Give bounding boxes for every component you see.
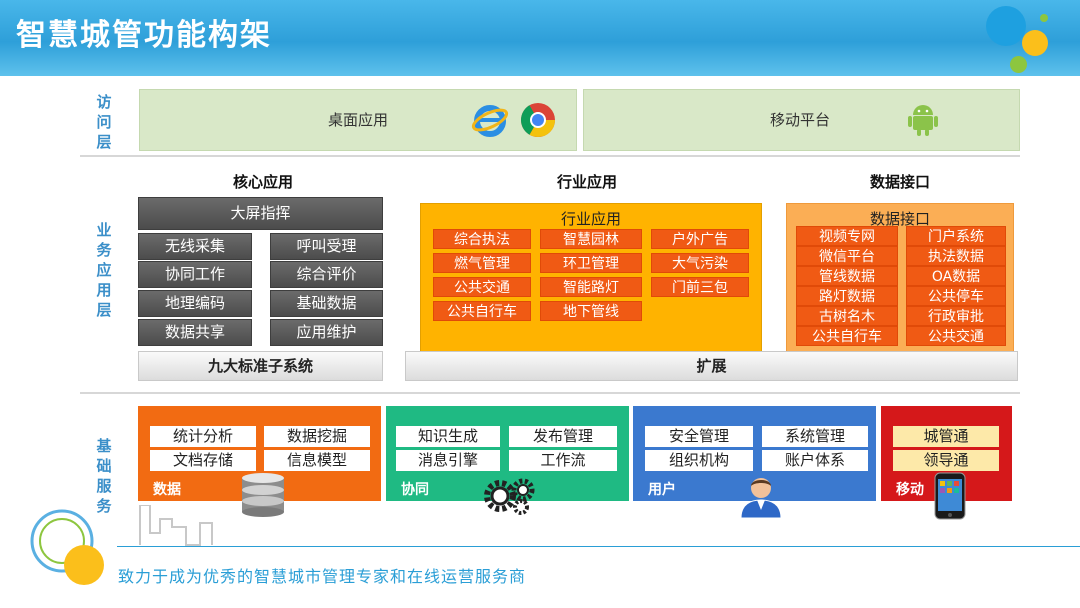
core-item-geo-coding[interactable]: 地理编码: [138, 290, 252, 317]
core-item-data-share[interactable]: 数据共享: [138, 319, 252, 346]
smartphone-icon: [934, 472, 966, 520]
page-title: 智慧城管功能构架: [16, 18, 272, 53]
layer-label-business: 业务应用层: [96, 221, 112, 319]
di-item-admin-approval[interactable]: 行政审批: [906, 306, 1006, 326]
layer-label-foundation: 基础服务: [96, 437, 112, 515]
industry-item-doorstep[interactable]: 门前三包: [651, 277, 749, 297]
data-item-doc-storage[interactable]: 文档存储: [150, 450, 256, 471]
core-item-base-data[interactable]: 基础数据: [270, 290, 383, 317]
di-item-wechat[interactable]: 微信平台: [796, 246, 898, 266]
decor-circle-blue: [986, 6, 1026, 46]
foundation-user-label: 用户: [648, 482, 676, 498]
di-item-public-bike[interactable]: 公共自行车: [796, 326, 898, 346]
user-item-security[interactable]: 安全管理: [645, 426, 753, 447]
user-avatar-icon: [740, 478, 782, 518]
company-slogan: 致力于成为优秀的智慧城市管理专家和在线运营服务商: [118, 567, 527, 586]
di-item-portal[interactable]: 门户系统: [906, 226, 1006, 246]
user-item-organization[interactable]: 组织机构: [645, 450, 753, 471]
industry-item-outdoor-ads[interactable]: 户外广告: [651, 229, 749, 249]
collab-item-message-engine[interactable]: 消息引擎: [396, 450, 500, 471]
di-item-enforcement-data[interactable]: 执法数据: [906, 246, 1006, 266]
mobile-platform-box: 移动平台: [583, 89, 1020, 151]
footer-line: [117, 546, 1080, 547]
industry-item-public-bike[interactable]: 公共自行车: [433, 301, 531, 321]
foundation-collab-box: 知识生成 发布管理 消息引擎 工作流 协同: [386, 406, 629, 515]
desktop-app-box: 桌面应用: [139, 89, 577, 151]
data-item-mining[interactable]: 数据挖掘: [264, 426, 370, 447]
di-item-oa-data[interactable]: OA数据: [906, 266, 1006, 286]
android-icon: [908, 105, 938, 136]
decor-circle-yellow: [1022, 30, 1048, 56]
di-item-pipeline-data[interactable]: 管线数据: [796, 266, 898, 286]
user-item-account[interactable]: 账户体系: [762, 450, 868, 471]
industry-item-law-enforcement[interactable]: 综合执法: [433, 229, 531, 249]
data-interface-title: 数据接口: [870, 173, 931, 191]
core-item-call-accept[interactable]: 呼叫受理: [270, 233, 383, 260]
foundation-mobile-box: 城管通 领导通 移动: [881, 406, 1012, 520]
industry-item-underground-pipe[interactable]: 地下管线: [540, 301, 642, 321]
industry-item-smart-garden[interactable]: 智慧园林: [540, 229, 642, 249]
core-app-title: 核心应用: [233, 173, 294, 191]
collab-item-knowledge[interactable]: 知识生成: [396, 426, 500, 447]
desktop-app-label: 桌面应用: [328, 111, 389, 129]
ie-browser-icon: [471, 105, 509, 137]
foundation-data-label: 数据: [153, 482, 181, 498]
gears-icon: [484, 478, 535, 515]
industry-item-gas-manage[interactable]: 燃气管理: [433, 253, 531, 273]
collab-item-publish[interactable]: 发布管理: [509, 426, 617, 447]
divider-middle: [80, 392, 1020, 394]
mobile-item-city-manager[interactable]: 城管通: [893, 426, 999, 447]
big-screen-command-button[interactable]: 大屏指挥: [138, 197, 383, 230]
data-item-statistics[interactable]: 统计分析: [150, 426, 256, 447]
industry-item-smart-streetlight[interactable]: 智能路灯: [540, 277, 642, 297]
chrome-browser-icon: [521, 103, 555, 137]
decor-circle-small: [1040, 14, 1048, 22]
foundation-user-box: 安全管理 系统管理 组织机构 账户体系 用户: [633, 406, 876, 518]
industry-item-sanitation[interactable]: 环卫管理: [540, 253, 642, 273]
foundation-data-box: 统计分析 数据挖掘 文档存储 信息模型 数据: [138, 406, 381, 517]
core-item-wireless-collect[interactable]: 无线采集: [138, 233, 252, 260]
industry-app-title: 行业应用: [557, 173, 618, 191]
mobile-platform-label: 移动平台: [770, 111, 831, 129]
foundation-mobile-label: 移动: [896, 482, 924, 498]
industry-box-title: 行业应用: [560, 210, 621, 228]
di-item-video-net[interactable]: 视频专网: [796, 226, 898, 246]
divider-top: [80, 155, 1020, 157]
core-item-collaboration[interactable]: 协同工作: [138, 261, 252, 288]
data-item-info-model[interactable]: 信息模型: [264, 450, 370, 471]
foundation-collab-label: 协同: [401, 482, 429, 498]
nine-subsystems-bar: 九大标准子系统: [138, 351, 383, 381]
collab-item-workflow[interactable]: 工作流: [509, 450, 617, 471]
industry-item-air-pollution[interactable]: 大气污染: [651, 253, 749, 273]
di-item-ancient-trees[interactable]: 古树名木: [796, 306, 898, 326]
extend-bar: 扩展: [405, 351, 1018, 381]
di-item-public-transit[interactable]: 公共交通: [906, 326, 1006, 346]
core-item-app-maintain[interactable]: 应用维护: [270, 319, 383, 346]
di-item-public-parking[interactable]: 公共停车: [906, 286, 1006, 306]
industry-item-public-transit[interactable]: 公共交通: [433, 277, 531, 297]
di-item-streetlight-data[interactable]: 路灯数据: [796, 286, 898, 306]
core-item-evaluation[interactable]: 综合评价: [270, 261, 383, 288]
decor-circle-green: [1010, 56, 1027, 73]
user-item-system[interactable]: 系统管理: [762, 426, 868, 447]
layer-label-access: 访问层: [96, 93, 112, 151]
database-icon: [242, 473, 284, 517]
mobile-item-leader[interactable]: 领导通: [893, 450, 999, 471]
